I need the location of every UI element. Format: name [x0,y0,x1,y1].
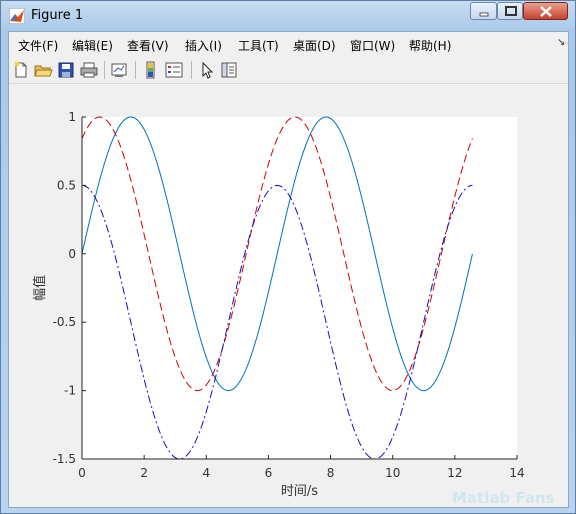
y-tick-label: 1 [68,110,76,124]
title-bar[interactable]: Figure 1 [1,1,575,31]
menu-file[interactable]: 文件(F) [18,37,58,54]
pointer-icon[interactable] [197,60,217,80]
toolbar-separator [135,61,136,79]
figure-canvas: 0 2 4 6 8 10 12 14 1 0.5 0 -0.5 -1 -1.5 时间/s 幅值 [9,84,568,507]
axes-background [82,117,517,459]
y-tick-label: 0.5 [57,178,76,192]
figure-client-area: 文件(F) 编辑(E) 查看(V) 插入(I) 工具(T) 桌面(D) 窗口(W… [8,31,569,508]
new-figure-icon[interactable] [11,60,31,80]
maximize-button[interactable] [497,2,523,20]
x-tick-label: 4 [202,466,210,480]
y-axis-label: 幅值 [32,275,48,301]
close-icon [540,6,552,17]
y-tick-label: -1 [64,384,76,398]
matlab-icon [9,8,25,24]
x-tick-label: 0 [78,466,86,480]
x-tick-label: 2 [140,466,148,480]
plot-svg[interactable]: 0 2 4 6 8 10 12 14 1 0.5 0 -0.5 -1 -1.5 时间/s 幅值 [9,84,568,507]
x-tick-label: 6 [265,466,273,480]
menu-tools[interactable]: 工具(T) [238,37,279,54]
toolbar-separator [191,61,192,79]
link-plot-icon[interactable] [109,60,129,80]
menu-help[interactable]: 帮助(H) [409,37,451,54]
menu-bar: 文件(F) 编辑(E) 查看(V) 插入(I) 工具(T) 桌面(D) 窗口(W… [9,32,568,56]
minimize-button[interactable] [470,2,497,20]
y-tick-label: -1.5 [53,452,76,466]
x-axis-label: 时间/s [281,484,318,499]
toolbar-separator [104,61,105,79]
property-editor-icon[interactable] [219,60,239,80]
x-tick-label: 8 [327,466,335,480]
menu-view[interactable]: 查看(V) [127,37,169,54]
menu-dock-arrow-icon[interactable]: ↘ [557,37,565,48]
menu-window[interactable]: 窗口(W) [350,37,395,54]
menu-insert[interactable]: 插入(I) [185,37,222,54]
close-button[interactable] [523,2,568,20]
print-icon[interactable] [79,60,99,80]
watermark-text: Matlab Fans [452,489,555,507]
y-tick-label: 0 [68,247,76,261]
minimize-icon [479,12,489,17]
maximize-icon [505,6,517,16]
x-tick-label: 10 [385,466,400,480]
legend-icon[interactable] [164,60,184,80]
menu-edit[interactable]: 编辑(E) [72,37,113,54]
save-icon[interactable] [56,60,76,80]
window-title: Figure 1 [31,8,84,23]
open-folder-icon[interactable] [33,60,53,80]
toolbar [9,57,568,84]
x-tick-label: 14 [509,466,524,480]
colorbar-icon[interactable] [141,60,161,80]
figure-window: Figure 1 文件(F) 编辑(E) 查看(V) 插入(I) 工具(T) 桌… [0,0,576,514]
x-tick-label: 12 [447,466,462,480]
y-tick-label: -0.5 [53,315,76,329]
menu-desktop[interactable]: 桌面(D) [293,37,336,54]
